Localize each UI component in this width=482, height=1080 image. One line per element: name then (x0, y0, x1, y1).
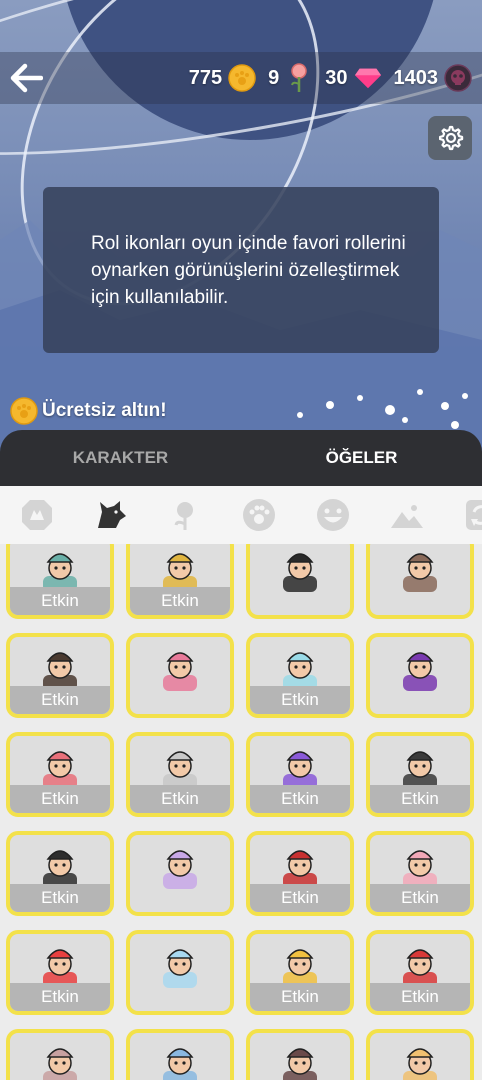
role-shield-icon[interactable] (20, 498, 54, 532)
lifebuoy-icon (43, 949, 77, 988)
item-card[interactable] (126, 1029, 234, 1080)
item-card[interactable]: Etkin (126, 732, 234, 817)
active-badge: Etkin (250, 983, 350, 1011)
item-card[interactable]: Etkin (6, 633, 114, 718)
item-card[interactable] (246, 1029, 354, 1080)
rose-icon[interactable] (285, 63, 313, 92)
back-button[interactable] (6, 58, 46, 98)
roses-amount: 9 (268, 66, 280, 89)
pink-cowboy-hat-icon (43, 751, 77, 790)
refresh-icon[interactable] (464, 498, 482, 532)
item-card[interactable]: Etkin (6, 732, 114, 817)
ice-character-icon (163, 1048, 197, 1080)
active-badge: Etkin (10, 587, 110, 615)
gold-paw-coin-icon[interactable] (228, 64, 256, 92)
item-card[interactable]: Etkin (6, 831, 114, 916)
pinup-girl-icon (283, 1048, 317, 1080)
snowflake-orb-icon (163, 949, 197, 988)
doctor-icon (43, 553, 77, 592)
top-hat-gentleman-icon (283, 553, 317, 592)
item-card[interactable] (126, 633, 234, 718)
active-badge: Etkin (370, 785, 470, 813)
category-strip (0, 486, 482, 544)
info-panel: Rol ikonları oyun içinde favori rollerin… (43, 187, 439, 353)
active-badge: Etkin (250, 884, 350, 912)
detective-yellow-icon (163, 553, 197, 592)
item-card[interactable]: Etkin (6, 544, 114, 619)
active-badge: Etkin (130, 587, 230, 615)
fedora-detective-icon (403, 553, 437, 592)
active-badge: Etkin (250, 785, 350, 813)
smiley-icon[interactable] (316, 498, 350, 532)
camera-icon (403, 751, 437, 790)
item-card[interactable] (366, 544, 474, 619)
item-card[interactable] (126, 930, 234, 1015)
tab-character[interactable]: KARAKTER (0, 430, 241, 486)
gems-amount: 30 (325, 66, 348, 89)
item-card[interactable]: Etkin (246, 633, 354, 718)
bunny-crystal-ball-icon (283, 652, 317, 691)
old-wizard-icon (163, 850, 197, 889)
tab-items[interactable]: ÖĞELER (241, 430, 482, 486)
item-card[interactable]: Etkin (366, 732, 474, 817)
currency-bar: 775 9 30 1403 (189, 62, 478, 94)
item-card[interactable]: Etkin (366, 930, 474, 1015)
soccer-chef-icon (163, 751, 197, 790)
item-card[interactable] (246, 544, 354, 619)
landscape-icon[interactable] (390, 498, 424, 532)
item-card[interactable] (366, 633, 474, 718)
flower-glasses-icon (283, 949, 317, 988)
purple-crystals-icon (283, 751, 317, 790)
item-card[interactable] (366, 1029, 474, 1080)
item-card[interactable]: Etkin (366, 831, 474, 916)
paw-icon[interactable] (242, 498, 276, 532)
item-card[interactable]: Etkin (6, 930, 114, 1015)
tab-bar: KARAKTER ÖĞELER (0, 430, 482, 486)
free-gold-button[interactable]: Ücretsiz altın! (10, 396, 167, 426)
duck-chef-icon (403, 1048, 437, 1080)
info-text: Rol ikonları oyun içinde favori rollerin… (91, 232, 406, 308)
red-devil-icon (283, 850, 317, 889)
item-card[interactable]: Etkin (246, 732, 354, 817)
gear-icon (439, 125, 464, 151)
active-badge: Etkin (370, 983, 470, 1011)
back-arrow-icon (10, 63, 43, 93)
active-badge: Etkin (10, 884, 110, 912)
item-card[interactable]: Etkin (246, 831, 354, 916)
red-card-icon (403, 949, 437, 988)
purple-crystal-ball-icon (403, 652, 437, 691)
free-gold-label: Ücretsiz altın! (42, 400, 167, 421)
active-badge: Etkin (370, 884, 470, 912)
wolf-icon[interactable] (94, 498, 128, 532)
active-badge: Etkin (10, 983, 110, 1011)
item-card[interactable] (6, 1029, 114, 1080)
item-card[interactable]: Etkin (126, 544, 234, 619)
gem-icon[interactable] (354, 64, 382, 92)
pig-mask-icon (403, 850, 437, 889)
girl-long-hair-icon (43, 652, 77, 691)
active-badge: Etkin (130, 785, 230, 813)
active-badge: Etkin (250, 686, 350, 714)
active-badge: Etkin (10, 785, 110, 813)
witch-hat-icon (43, 850, 77, 889)
tribal-mask-icon (43, 1048, 77, 1080)
rose-icon[interactable] (168, 498, 202, 532)
skull-crystal-ball-icon (163, 652, 197, 691)
gold-paw-coin-icon (10, 397, 38, 425)
gold-amount: 775 (188, 66, 223, 89)
settings-button[interactable] (428, 116, 472, 160)
active-badge: Etkin (10, 686, 110, 714)
item-grid: Etkin Etkin Etkin Etkin Etkin Etkin Etkin Etkin… (0, 544, 482, 1080)
skull-coins-amount: 1403 (393, 66, 439, 89)
skull-coin-icon[interactable] (444, 64, 472, 92)
item-card[interactable]: Etkin (246, 930, 354, 1015)
item-card[interactable] (126, 831, 234, 916)
